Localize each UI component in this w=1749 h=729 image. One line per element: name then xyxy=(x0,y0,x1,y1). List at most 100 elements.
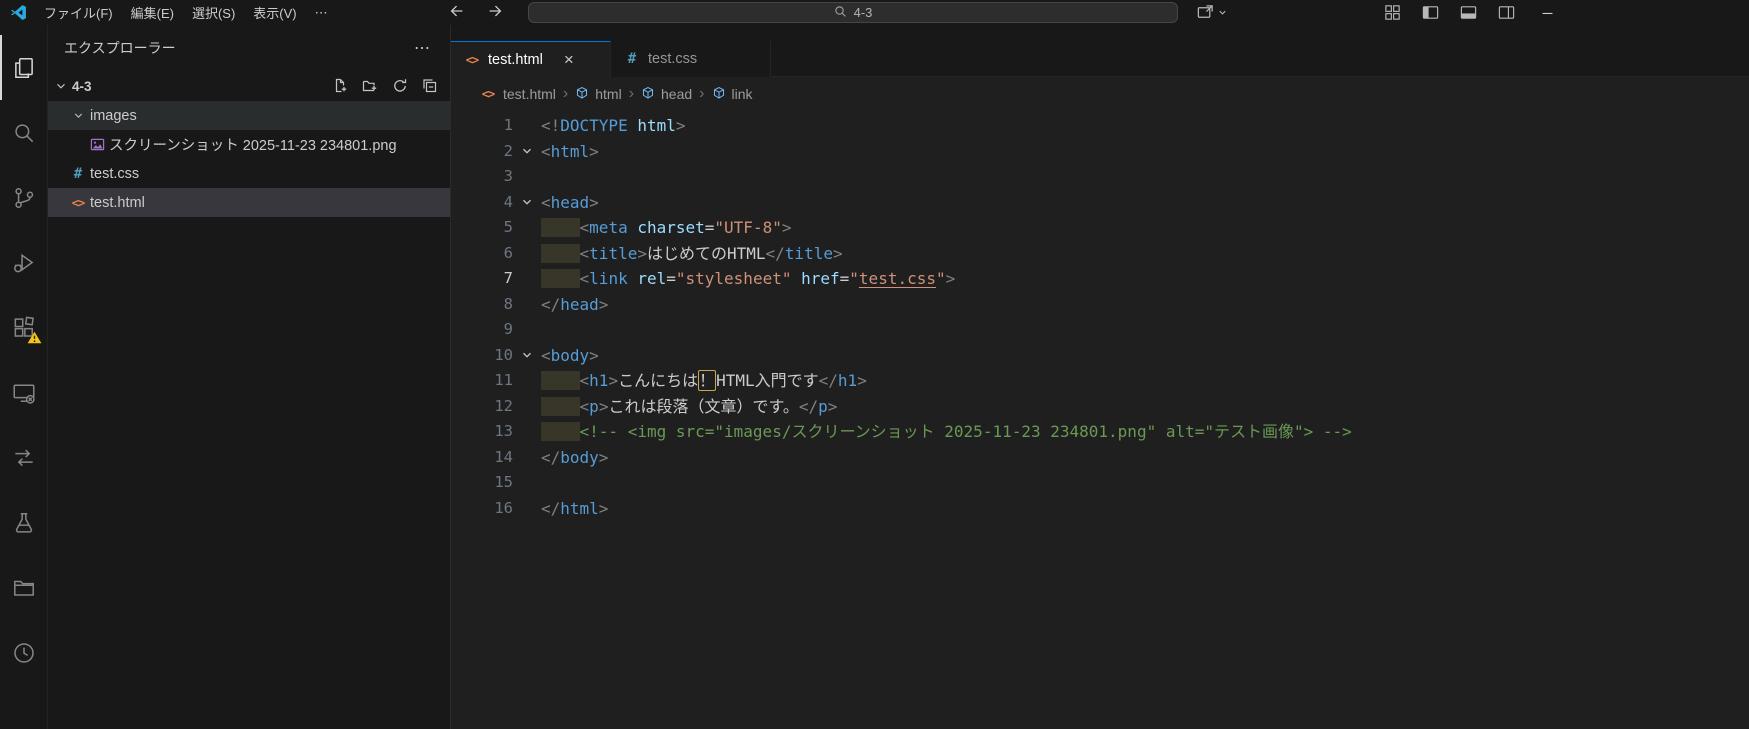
activity-search-icon[interactable] xyxy=(0,100,48,165)
forward-icon[interactable] xyxy=(486,2,504,23)
tree-item-test.css[interactable]: # test.css xyxy=(48,159,450,188)
code-line-9[interactable]: 9 xyxy=(451,317,1749,343)
code-line-6[interactable]: 6 <title>はじめてのHTML</title> xyxy=(451,241,1749,267)
breadcrumb-item-head[interactable]: head xyxy=(639,86,694,103)
toggle-secondary-sidebar-icon[interactable] xyxy=(1492,0,1520,25)
new-folder-icon[interactable] xyxy=(358,74,382,98)
activity-extensions-icon[interactable] xyxy=(0,295,48,360)
fold-gutter xyxy=(513,266,541,292)
command-center-value: 4-3 xyxy=(853,5,873,20)
breadcrumb-item-link[interactable]: link xyxy=(710,86,755,103)
line-number: 2 xyxy=(503,141,513,160)
activity-remote-monitor-icon[interactable] xyxy=(0,360,48,425)
menu-selection[interactable]: 選択(S) xyxy=(183,3,244,22)
fold-gutter xyxy=(513,317,541,343)
customize-layout-icon[interactable] xyxy=(1378,0,1406,25)
code-line-14[interactable]: 14 </body> xyxy=(451,445,1749,471)
code-line-8[interactable]: 8 </head> xyxy=(451,292,1749,318)
fold-chevron-icon[interactable] xyxy=(513,343,541,369)
activity-library-folder-icon[interactable] xyxy=(0,555,48,620)
code-line-16[interactable]: 16 </html> xyxy=(451,496,1749,522)
breadcrumb-item-html[interactable]: html xyxy=(573,86,623,103)
command-center-search[interactable]: 4-3 xyxy=(528,2,1178,23)
line-number: 16 xyxy=(494,498,513,517)
activity-explorer-icon[interactable] xyxy=(0,35,48,100)
line-number: 15 xyxy=(494,473,513,491)
collapse-all-icon[interactable] xyxy=(418,74,442,98)
history-nav xyxy=(448,0,504,25)
breadcrumb-label: head xyxy=(661,86,693,102)
layout-controls xyxy=(1378,0,1520,25)
activity-testing-icon[interactable] xyxy=(0,490,48,555)
new-file-icon[interactable] xyxy=(328,74,352,98)
breadcrumb-item-test.html[interactable]: <> test.html xyxy=(477,86,558,102)
code-line-12[interactable]: 12 <p>これは段落（文章）です。</p> xyxy=(451,394,1749,420)
html-file-icon: <> xyxy=(71,195,85,210)
activity-source-control-icon[interactable] xyxy=(0,165,48,230)
close-tab-icon[interactable]: × xyxy=(559,50,579,70)
activity-timeline-clock-icon[interactable] xyxy=(0,620,48,685)
tab-test.css[interactable]: # test.css xyxy=(611,41,771,77)
tree-item-test.html[interactable]: <> test.html xyxy=(48,188,450,217)
chevron-down-icon xyxy=(69,109,87,122)
fold-gutter xyxy=(513,241,541,267)
menu-more-icon[interactable]: ⋯ xyxy=(306,5,337,21)
line-number: 5 xyxy=(503,218,513,236)
code-line-5[interactable]: 5 <meta charset="UTF-8"> xyxy=(451,215,1749,241)
css-file-icon: # xyxy=(627,51,637,67)
code-text: <!-- <img src="images/スクリーンショット 2025-11-… xyxy=(541,419,1352,445)
line-number: 10 xyxy=(494,345,513,364)
warning-badge-icon xyxy=(27,331,42,347)
symbol-icon xyxy=(641,86,655,103)
tree-item-label: test.css xyxy=(90,165,140,182)
line-number: 8 xyxy=(503,294,513,313)
code-line-2[interactable]: 2 <html> xyxy=(451,139,1749,165)
minimize-icon[interactable] xyxy=(1534,0,1562,25)
tree-item-label: スクリーンショット 2025-11-23 234801.png xyxy=(109,138,397,154)
fold-chevron-icon[interactable] xyxy=(513,190,541,216)
fold-chevron-icon[interactable] xyxy=(513,139,541,165)
workbench: エクスプローラー ⋯ 4-3 images スクリーンショット 2025-11-2… xyxy=(0,25,1749,729)
breadcrumb-separator-icon: › xyxy=(699,85,705,102)
line-number: 13 xyxy=(494,422,513,440)
workspace-folder-name: 4-3 xyxy=(72,78,92,94)
code-line-7[interactable]: 7 <link rel="stylesheet" href="test.css"… xyxy=(451,266,1749,292)
search-icon xyxy=(834,5,847,21)
fold-gutter xyxy=(513,368,541,394)
explorer-section-header[interactable]: 4-3 xyxy=(48,71,450,101)
tree-item--2025-11-23-234801.png[interactable]: スクリーンショット 2025-11-23 234801.png xyxy=(48,130,450,159)
code-text: <link rel="stylesheet" href="test.css"> xyxy=(541,266,955,292)
menu-file[interactable]: ファイル(F) xyxy=(35,3,122,22)
tab-test.html[interactable]: <> test.html × xyxy=(451,41,611,77)
code-line-13[interactable]: 13 <!-- <img src="images/スクリーンショット 2025-… xyxy=(451,419,1749,445)
activity-pull-request-icon[interactable] xyxy=(0,425,48,490)
code-line-11[interactable]: 11 <h1>こんにちは！HTML入門です</h1> xyxy=(451,368,1749,394)
tree-item-images[interactable]: images xyxy=(48,101,450,130)
code-line-3[interactable]: 3 xyxy=(451,164,1749,190)
menu-view[interactable]: 表示(V) xyxy=(244,3,305,22)
fold-gutter xyxy=(513,496,541,522)
toggle-primary-sidebar-icon[interactable] xyxy=(1416,0,1444,25)
menu-edit[interactable]: 編集(E) xyxy=(122,3,183,22)
code-text: <html> xyxy=(541,141,599,161)
breadcrumb: <> test.html › html › head › link xyxy=(451,77,1749,111)
code-line-4[interactable]: 4 <head> xyxy=(451,190,1749,216)
activity-run-and-debug-icon[interactable] xyxy=(0,230,48,295)
vscode-window: ファイル(F) 編集(E) 選択(S) 表示(V) ⋯ 4-3 エクスプローラー… xyxy=(0,0,1749,729)
code-editor[interactable]: 1 <!DOCTYPE html> 2 <html> 3 4 <head> 5 <meta c… xyxy=(451,111,1749,729)
back-icon[interactable] xyxy=(448,2,466,23)
image-file-icon xyxy=(88,137,106,152)
symbol-icon xyxy=(575,86,589,103)
code-line-15[interactable]: 15 xyxy=(451,470,1749,496)
refresh-icon[interactable] xyxy=(388,74,412,98)
code-line-1[interactable]: 1 <!DOCTYPE html> xyxy=(451,113,1749,139)
code-line-10[interactable]: 10 <body> xyxy=(451,343,1749,369)
vscode-logo-icon xyxy=(10,4,27,21)
toggle-panel-icon[interactable] xyxy=(1454,0,1482,25)
code-text: <!DOCTYPE html> xyxy=(541,116,686,135)
sidebar-more-actions-icon[interactable]: ⋯ xyxy=(408,36,436,60)
new-window-control[interactable] xyxy=(1196,0,1228,25)
breadcrumb-label: test.html xyxy=(503,86,556,102)
line-number: 7 xyxy=(503,269,513,287)
tree-item-label: test.html xyxy=(90,194,145,211)
